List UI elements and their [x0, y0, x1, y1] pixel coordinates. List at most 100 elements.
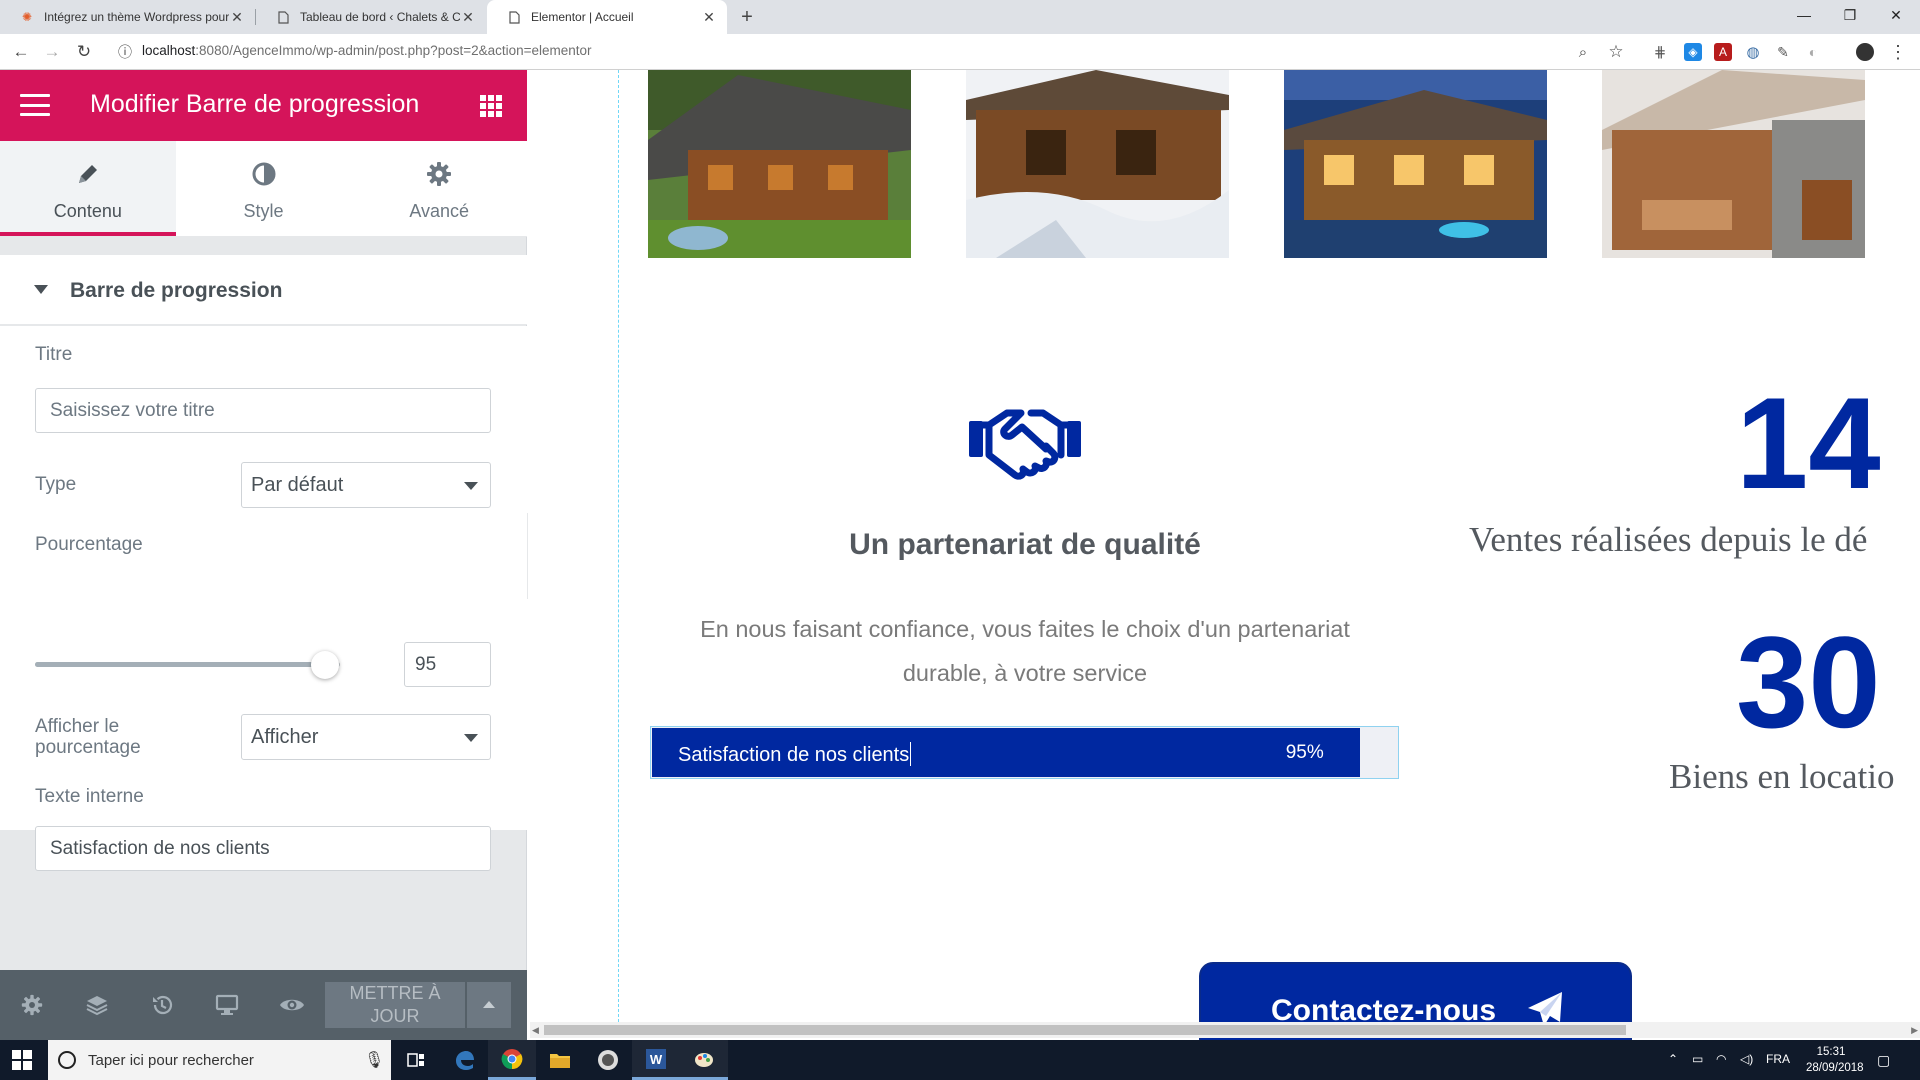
address-bar: ← → ↻ ⓘ localhost:8080/AgenceImmo/wp-adm… [0, 34, 1920, 70]
section-toggle[interactable]: Barre de progression [0, 255, 527, 325]
battery-icon[interactable]: ▭ [1692, 1052, 1703, 1066]
page-icon [276, 10, 290, 24]
forward-arrow-icon[interactable]: → [40, 40, 64, 64]
tab-contenu[interactable]: Contenu [0, 141, 176, 236]
percent-input[interactable]: 95 [404, 642, 491, 687]
extension-badge-icon[interactable]: ◈ [1684, 43, 1702, 61]
horizontal-scrollbar[interactable]: ◀ ▶ [530, 1022, 1920, 1038]
close-tab-icon[interactable]: ✕ [229, 9, 245, 26]
close-tab-icon[interactable]: ✕ [701, 9, 717, 26]
browser-menu-icon[interactable]: ⋮ [1886, 40, 1910, 64]
info-icon[interactable]: ⓘ [113, 40, 137, 64]
tray-chevron-up-icon[interactable]: ⌃ [1668, 1052, 1678, 1066]
zoom-icon[interactable]: ⌕ [1571, 40, 1595, 64]
tab-avance[interactable]: Avancé [351, 141, 527, 236]
new-tab-button[interactable]: + [735, 5, 759, 29]
type-select-value: Par défaut [251, 473, 344, 496]
preview-eye-icon[interactable] [277, 990, 307, 1020]
counter-number-sales: 14 [1736, 370, 1881, 516]
settings-gear-icon[interactable] [17, 990, 47, 1020]
reload-icon[interactable]: ↻ [72, 40, 96, 64]
section-boundary-line [618, 70, 619, 1022]
chrome-icon[interactable] [488, 1040, 536, 1080]
chevron-down-icon [464, 734, 478, 742]
progress-bar-widget[interactable]: Satisfaction de nos clients 95% [650, 726, 1399, 779]
scroll-right-icon[interactable]: ▶ [1911, 1025, 1918, 1036]
handshake-icon [965, 403, 1085, 483]
chalet-photo-2 [966, 70, 1229, 258]
globe-extension-icon[interactable]: ◍ [1744, 43, 1762, 61]
url-path: :8080/AgenceImmo/wp-admin/post.php?post=… [195, 43, 592, 58]
notifications-icon[interactable]: ▢ [1877, 1052, 1890, 1069]
tab-label: Style [243, 201, 284, 221]
clock-time: 15:31 [1816, 1046, 1846, 1058]
close-window-icon[interactable]: ✕ [1873, 0, 1919, 30]
show-percent-select[interactable]: Afficher [241, 714, 491, 760]
gear-icon [351, 160, 527, 188]
volume-icon[interactable]: ◁) [1740, 1052, 1753, 1066]
bookmark-star-icon[interactable]: ☆ [1604, 40, 1628, 64]
profile-avatar[interactable] [1856, 43, 1874, 61]
percent-slider-handle[interactable] [310, 651, 339, 679]
layers-icon[interactable] [82, 990, 112, 1020]
chalet-photo-3 [1284, 70, 1547, 258]
back-arrow-icon[interactable]: ← [9, 40, 33, 64]
browser-tab-openclassrooms[interactable]: ✺ Intégrez un thème Wordpress pour ✕ [0, 0, 255, 34]
tab-style[interactable]: Style [176, 141, 352, 236]
responsive-desktop-icon[interactable] [212, 990, 242, 1020]
system-clock[interactable]: 15:31 28/09/2018 [1806, 1044, 1864, 1076]
wifi-icon[interactable]: ◠ [1716, 1052, 1726, 1066]
percent-slider-track[interactable] [35, 662, 340, 667]
tab-title: Elementor | Accueil [531, 10, 634, 24]
chalet-photo-4 [1602, 70, 1865, 258]
contrast-icon [176, 160, 352, 188]
update-button[interactable]: METTRE À JOUR [325, 982, 465, 1028]
windows-start-icon[interactable] [12, 1050, 32, 1070]
eyedropper-extension-icon[interactable]: ✎ [1774, 43, 1792, 61]
extension-disabled-icon[interactable]: ◐ [1804, 43, 1822, 61]
panel-header: Modifier Barre de progression [0, 70, 527, 141]
progress-inner-text[interactable]: Satisfaction de nos clients [678, 742, 912, 767]
percent-slider-fill [35, 662, 325, 667]
panel-title: Modifier Barre de progression [90, 90, 420, 118]
file-explorer-icon[interactable] [536, 1040, 584, 1080]
update-options-button[interactable] [467, 982, 511, 1028]
title-label: Titre [35, 344, 73, 365]
taskbar-search[interactable]: Taper ici pour rechercher 🎙 [48, 1040, 391, 1080]
maximize-icon[interactable]: ❐ [1827, 0, 1873, 30]
feature-text: En nous faisant confiance, vous faites l… [650, 607, 1400, 695]
inner-text-input[interactable]: Satisfaction de nos clients [35, 826, 491, 871]
feature-text-line: durable, à votre service [902, 660, 1148, 686]
scrollbar-thumb[interactable] [544, 1025, 1626, 1035]
windows-taskbar: Taper ici pour rechercher 🎙 W ⌃ ▭ ◠ ◁) F… [0, 1040, 1920, 1080]
extension-grid-icon[interactable]: ⋕ [1651, 43, 1669, 61]
clock-date: 28/09/2018 [1806, 1062, 1864, 1074]
pdf-extension-icon[interactable]: A [1714, 43, 1732, 61]
widgets-grid-icon[interactable] [480, 95, 502, 117]
update-label: METTRE À JOUR [349, 983, 441, 1026]
type-select[interactable]: Par défaut [241, 462, 491, 508]
app-circle-icon[interactable] [584, 1040, 632, 1080]
browser-tab-dashboard[interactable]: Tableau de bord ‹ Chalets & Caviar ✕ [256, 0, 486, 34]
history-icon[interactable] [147, 990, 177, 1020]
hamburger-menu-icon[interactable] [20, 94, 50, 116]
task-view-icon[interactable] [392, 1040, 440, 1080]
minimize-icon[interactable]: — [1781, 0, 1827, 30]
browser-tab-elementor[interactable]: Elementor | Accueil ✕ [487, 0, 727, 34]
microphone-icon[interactable]: 🎙 [364, 1050, 384, 1070]
language-indicator[interactable]: FRA [1766, 1052, 1790, 1066]
paint-icon[interactable] [680, 1040, 728, 1080]
close-tab-icon[interactable]: ✕ [460, 9, 476, 26]
inner-text-label: Texte interne [35, 786, 144, 807]
edge-icon[interactable] [440, 1040, 488, 1080]
word-icon[interactable]: W [632, 1040, 680, 1080]
title-input[interactable]: Saisissez votre titre [35, 388, 491, 433]
counter-label-rentals: Biens en locatio [1669, 757, 1895, 796]
show-percent-label: Afficher le pourcentage [35, 716, 141, 758]
svg-text:W: W [650, 1052, 663, 1067]
url-field[interactable]: localhost:8080/AgenceImmo/wp-admin/post.… [142, 43, 592, 58]
show-percent-select-value: Afficher [251, 725, 319, 748]
pencil-icon [0, 160, 176, 188]
counter-label-sales: Ventes réalisées depuis le dé [1469, 520, 1868, 559]
scroll-left-icon[interactable]: ◀ [532, 1025, 539, 1036]
